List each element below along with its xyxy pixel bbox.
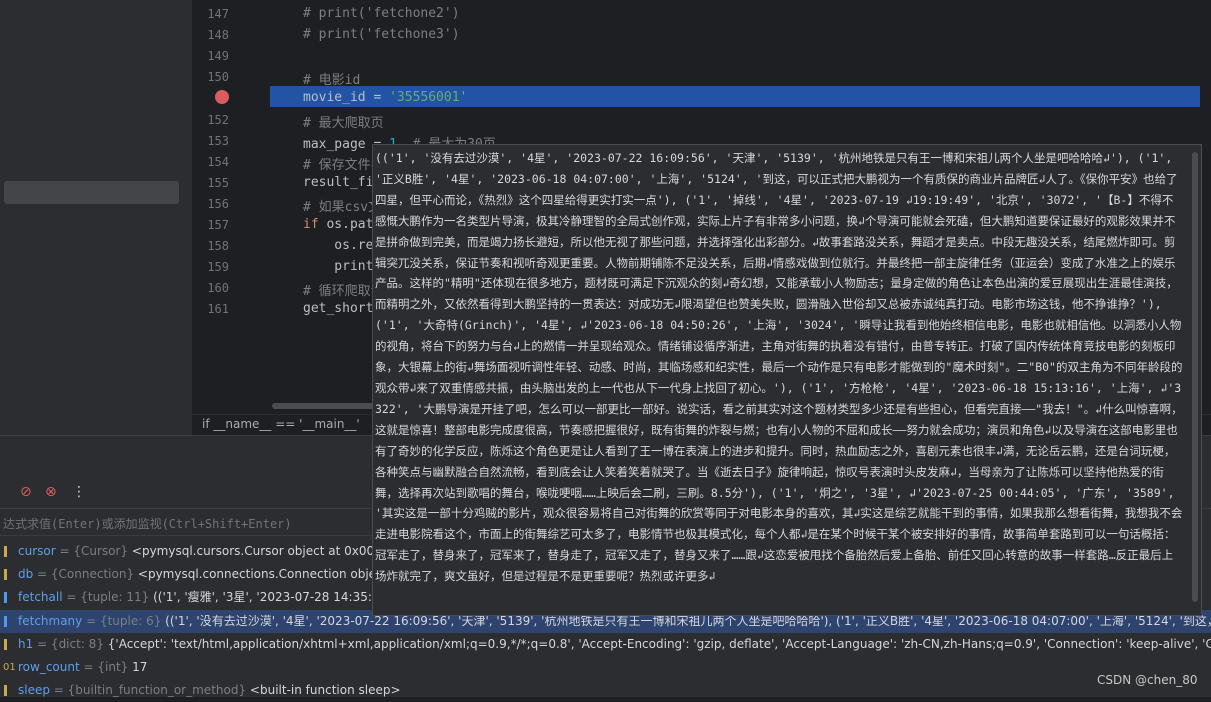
variable-value: (('1', '瘦雅', '3星', '2023-07-28 14:35:37'… (153, 590, 402, 605)
watermark: CSDN @chen_80 (1097, 673, 1198, 687)
mute-breakpoints-icon[interactable]: ⊘ (20, 484, 32, 500)
variable-value: <pymysql.connections.Connection object (137, 567, 388, 582)
variable-type: = {builtin_function_or_method} (49, 683, 250, 698)
line-number[interactable]: 156 (192, 197, 229, 211)
code-token: os.re (303, 238, 374, 254)
code-token: # 电影id (303, 73, 361, 89)
code-line[interactable]: result_fi (303, 175, 373, 190)
code-token: # print('fetchone2') (303, 6, 460, 21)
code-line[interactable]: # 如果csv文 (303, 196, 381, 215)
line-number[interactable]: 152 (192, 113, 229, 127)
variable-type: = {Connection} (33, 567, 138, 582)
line-number[interactable]: 150 (192, 70, 229, 84)
line-number[interactable]: 159 (192, 260, 229, 274)
variable-name: fetchmany (18, 613, 83, 628)
line-number[interactable]: 148 (192, 28, 229, 42)
code-token: movie_id = (303, 90, 390, 106)
variable-row-sleep[interactable]: sleep = {builtin_function_or_method} <bu… (0, 679, 1211, 702)
value-tooltip-text: (('1', '没有去过沙漠', '4星', '2023-07-22 16:09… (375, 151, 1183, 584)
code-token: if (303, 217, 327, 232)
code-token: # 最大爬取页 (303, 115, 384, 131)
variable-name: row_count (18, 660, 80, 674)
variable-value: {'Accept': 'text/html,application/xhtml+… (107, 636, 1211, 651)
line-number[interactable]: 160 (192, 281, 229, 295)
more-icon[interactable]: ⋮ (72, 484, 86, 500)
code-line[interactable]: # 最大爬取页 (303, 112, 384, 131)
code-line[interactable]: print (303, 259, 373, 274)
collection-icon (4, 592, 16, 604)
variable-name: cursor (18, 544, 56, 558)
code-line[interactable]: # print('fetchone2') (303, 6, 460, 21)
project-tree-selected-item[interactable] (4, 181, 179, 204)
evaluate-expression-placeholder: 达式求值(Enter)或添加监视(Ctrl+Shift+Enter) (3, 517, 292, 531)
variable-name: sleep (18, 683, 50, 698)
line-number[interactable]: 154 (192, 155, 229, 169)
code-token: # 如果csv文 (303, 199, 382, 215)
code-token: get_short (303, 301, 374, 317)
variable-name: h1 (18, 636, 34, 651)
variable-type: = {tuple: 11} (62, 590, 154, 605)
code-line[interactable]: # 电影id (303, 69, 360, 88)
popup-vertical-scrollbar[interactable] (1192, 152, 1198, 602)
variable-entry: sleep = {builtin_function_or_method} <bu… (18, 679, 401, 702)
variable-entry: h1 = {dict: 8} {'Accept': 'text/html,app… (18, 633, 1211, 656)
variable-type: = {tuple: 6} (82, 613, 166, 628)
int-icon: 01 (3, 662, 16, 673)
object-icon (4, 546, 16, 557)
code-line[interactable]: if os.pat (303, 217, 373, 232)
code-line[interactable]: # print('fetchone3') (303, 27, 460, 42)
variable-entry: row_count = {int} 17 (18, 656, 147, 679)
object-icon (4, 638, 16, 650)
variable-entry: fetchall = {tuple: 11} (('1', '瘦雅', '3星'… (18, 586, 401, 609)
code-token: # print('fetchone3') (303, 27, 460, 43)
code-line[interactable]: movie_id = '35556001' (303, 90, 467, 105)
code-token: print (303, 259, 374, 275)
code-line[interactable]: os.re (303, 238, 373, 253)
variable-entry: cursor = {Cursor} <pymysql.cursors.Curso… (18, 540, 389, 563)
line-number[interactable]: 158 (192, 239, 229, 253)
variable-name: db (18, 567, 34, 582)
breadcrumb[interactable]: if __name__ == '__main__' (202, 417, 360, 431)
object-icon (4, 569, 16, 581)
variable-row-h1[interactable]: h1 = {dict: 8} {'Accept': 'text/html,app… (0, 633, 1211, 656)
line-number[interactable]: 153 (192, 134, 229, 148)
variable-entry: db = {Connection} <pymysql.connections.C… (18, 563, 387, 586)
code-token: result_fi (303, 174, 374, 190)
clear-breakpoints-icon[interactable]: ⊗ (45, 484, 57, 500)
project-tool-window (0, 0, 192, 435)
line-number[interactable]: 161 (192, 302, 229, 316)
variable-value: <built-in function sleep> (249, 683, 401, 698)
line-number[interactable]: 157 (192, 218, 229, 232)
variable-value: <pymysql.cursors.Cursor object at 0x0000 (131, 544, 390, 558)
code-token: os.pat (326, 217, 374, 232)
variable-name: fetchall (18, 590, 63, 605)
variable-row-row_count[interactable]: 01 row_count = {int} 17 (0, 656, 1211, 679)
variable-type: = {Cursor} (55, 544, 132, 558)
breakpoint-icon[interactable] (215, 90, 229, 104)
variable-value: 17 (132, 660, 148, 674)
variable-type: = {dict: 8} (33, 636, 108, 651)
variable-type: = {int} (79, 660, 133, 674)
collection-icon (4, 615, 16, 627)
line-number[interactable]: 155 (192, 176, 229, 190)
value-tooltip-popup[interactable]: (('1', '没有去过沙漠', '4星', '2023-07-22 16:09… (372, 144, 1202, 616)
code-token: '35556001' (389, 90, 468, 106)
object-icon (4, 685, 16, 697)
code-line[interactable]: get_short (303, 301, 373, 316)
editor-horizontal-scrollbar[interactable] (272, 403, 382, 409)
line-number[interactable]: 147 (192, 7, 229, 21)
line-number[interactable]: 149 (192, 49, 229, 63)
